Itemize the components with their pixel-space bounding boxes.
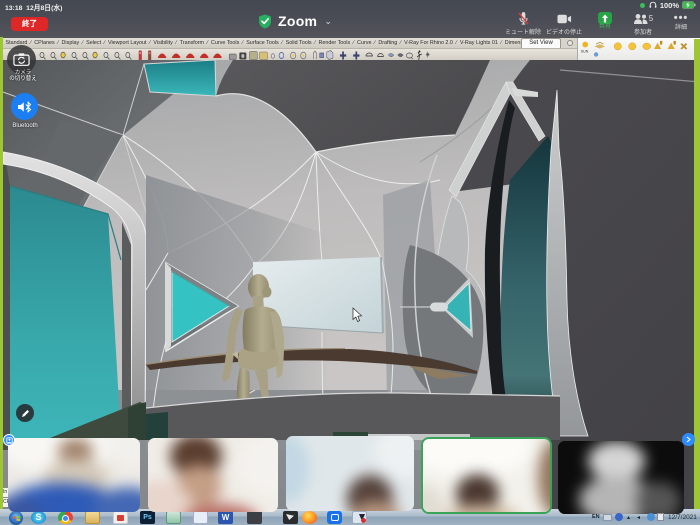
svg-text:SUN: SUN (581, 50, 589, 54)
